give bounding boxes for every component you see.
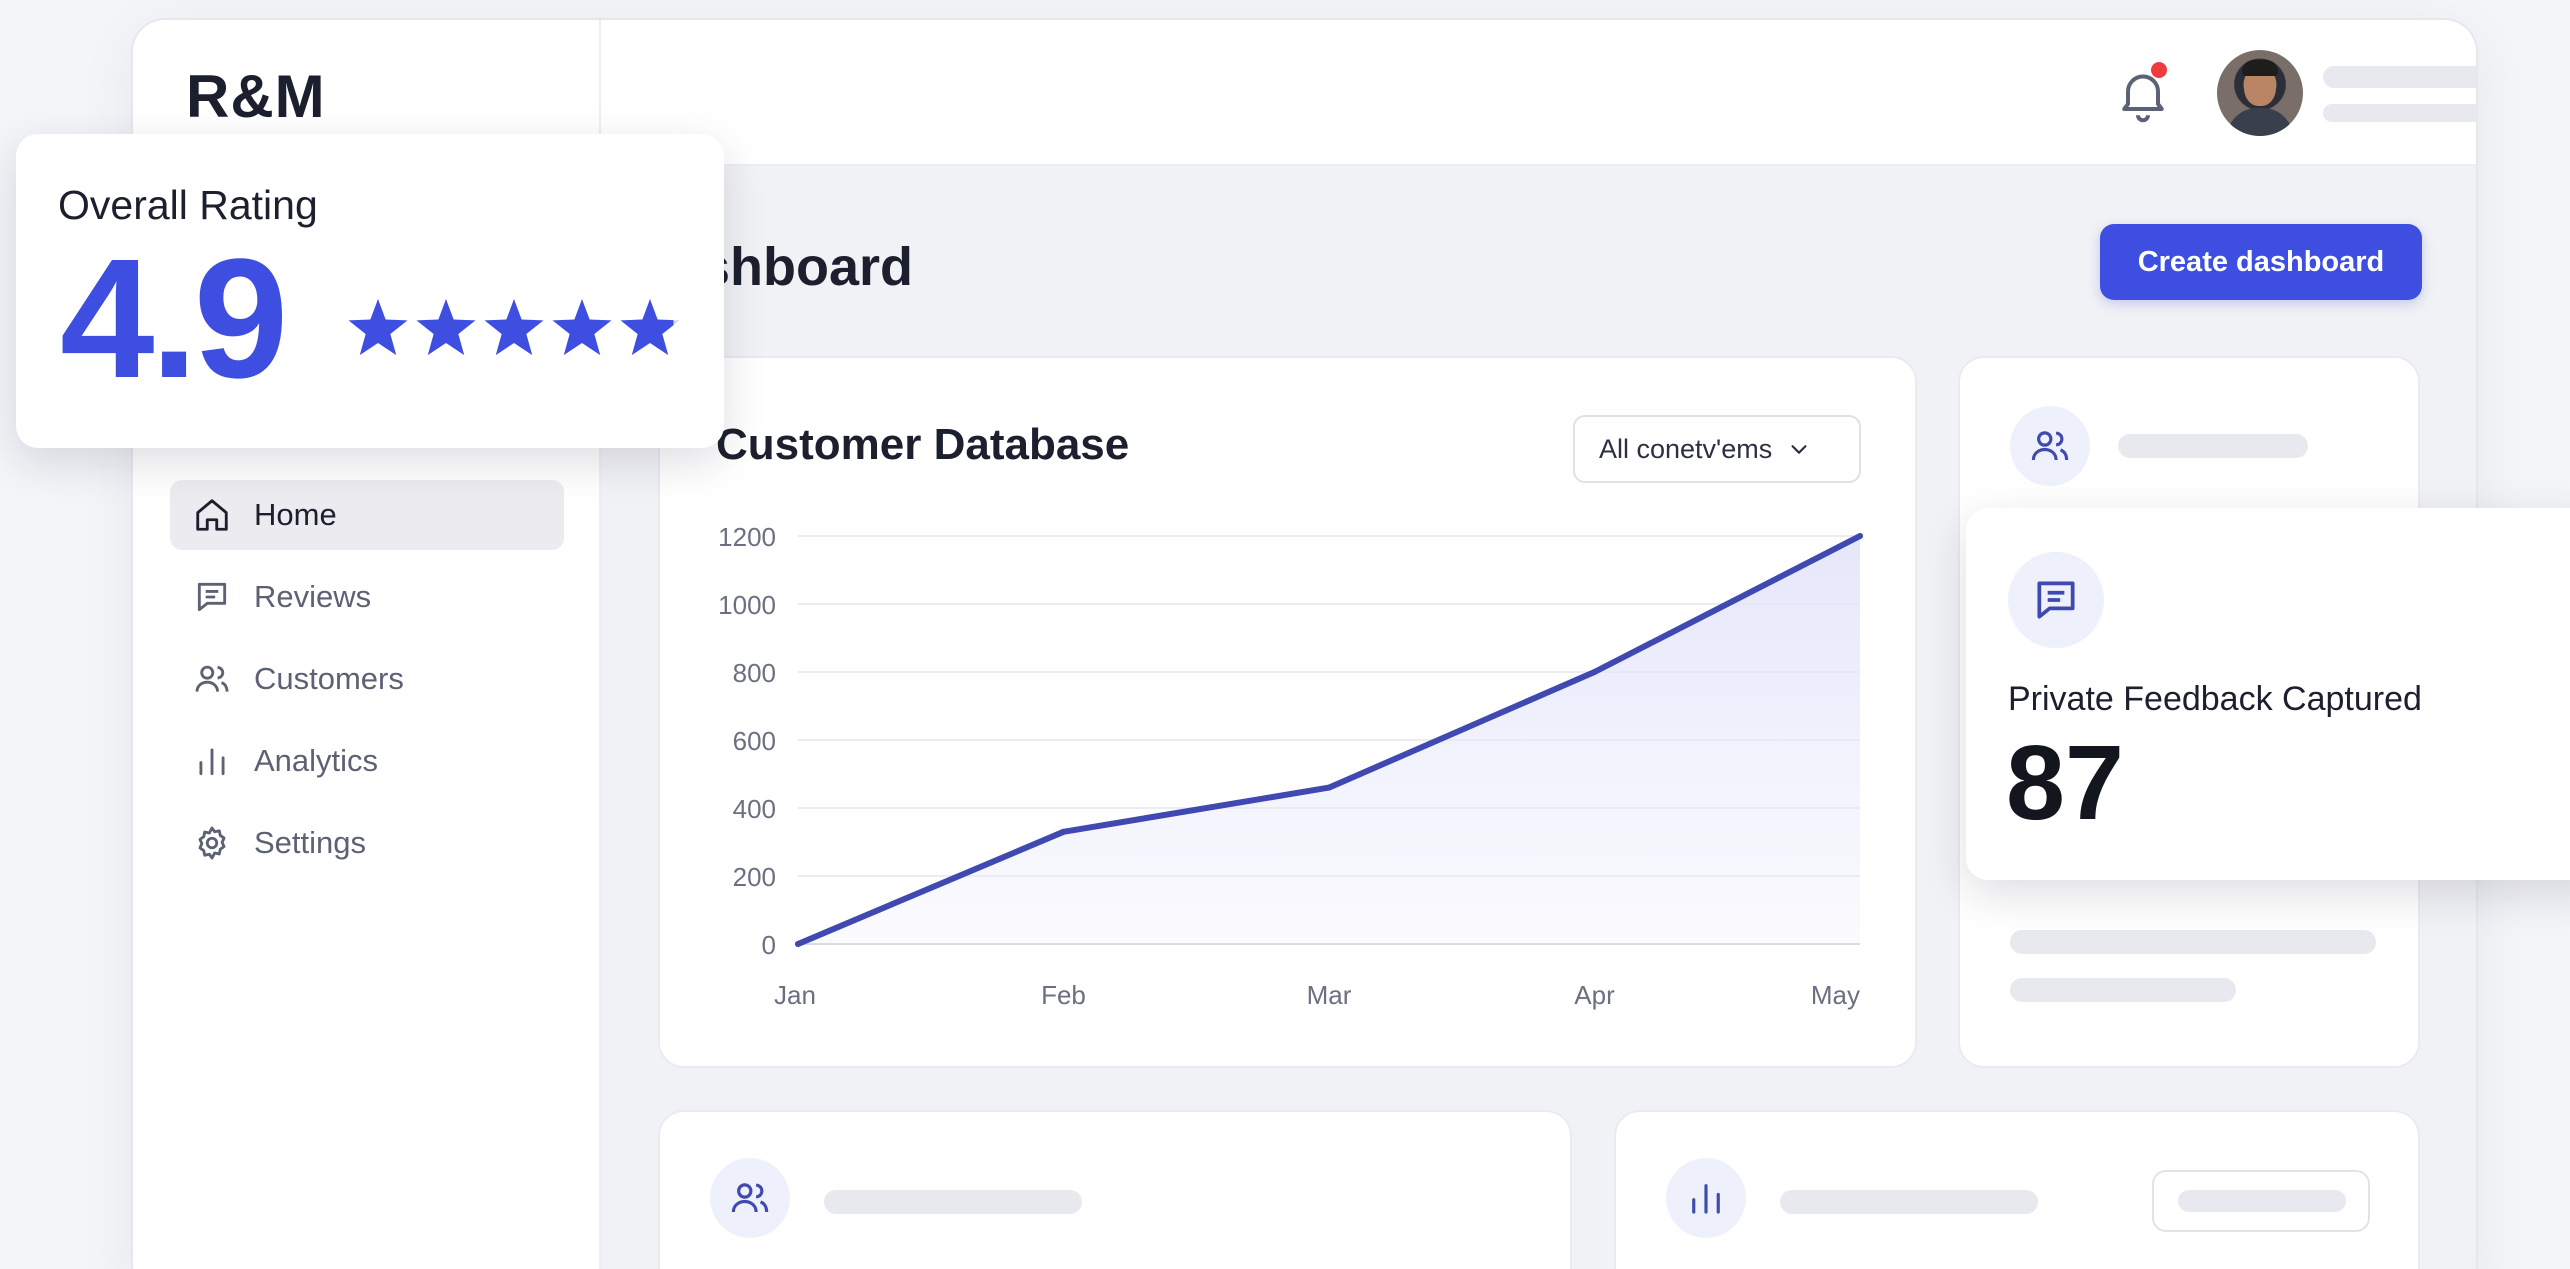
star-rating: [348, 299, 680, 356]
users-icon: [2031, 431, 2069, 461]
gear-icon: [192, 823, 232, 863]
data-point: [795, 941, 801, 947]
avatar-hair: [2242, 60, 2278, 76]
app-logo: R&M: [186, 63, 326, 130]
y-tick-label: 1000: [718, 590, 776, 620]
x-tick-label: Feb: [1041, 980, 1086, 1010]
star-icon: [348, 299, 408, 356]
star-icon: [416, 299, 476, 356]
stat-label-placeholder: [2118, 434, 2308, 458]
card-title-placeholder: [1780, 1190, 2038, 1214]
users-icon-badge: [710, 1158, 790, 1238]
bar-chart-icon: [1692, 1184, 1720, 1214]
card-action-button[interactable]: [2152, 1170, 2370, 1232]
line-chart: 0 200 400 600 800 1000 1200 Jan Feb Mar Apr May: [718, 522, 1863, 1010]
star-icon: [620, 299, 680, 356]
data-point: [1060, 828, 1067, 835]
analytics-summary-card: [1614, 1110, 2420, 1269]
sidebar-item-settings[interactable]: Settings: [170, 808, 564, 878]
customer-database-card: Customer Database All conetv'ems 0 200 400…: [658, 356, 1917, 1068]
stat-line-placeholder: [2010, 978, 2236, 1002]
rating-label: Overall Rating: [58, 182, 318, 228]
users-icon-badge: [2010, 406, 2090, 486]
customers-summary-card: [658, 1110, 1572, 1269]
create-dashboard-button[interactable]: Create dashboard: [2100, 224, 2422, 300]
feedback-label: Private Feedback Captured: [2008, 680, 2422, 718]
sidebar-nav: Home Reviews Customers Analytics Setting…: [170, 480, 564, 890]
x-tick-label: Apr: [1574, 980, 1615, 1010]
bar-chart-icon: [192, 741, 232, 781]
sidebar-item-customers[interactable]: Customers: [170, 644, 564, 714]
sidebar-item-label: Settings: [254, 825, 367, 860]
y-tick-label: 1200: [718, 522, 776, 552]
card-title-placeholder: [824, 1190, 1082, 1214]
sidebar-item-home[interactable]: Home: [170, 480, 564, 550]
y-tick-label: 200: [733, 862, 776, 892]
star-icon: [484, 299, 544, 356]
message-icon-badge: [2008, 552, 2104, 648]
overall-rating-card: Overall Rating 4.9: [16, 134, 724, 448]
data-point: [1591, 669, 1598, 675]
button-label-placeholder: [2178, 1190, 2346, 1212]
sidebar-item-reviews[interactable]: Reviews: [170, 562, 564, 632]
page-title: shboard: [700, 237, 914, 297]
avatar-shirt: [2227, 108, 2293, 136]
sidebar-item-label: Analytics: [254, 743, 379, 778]
private-feedback-card: Private Feedback Captured 87: [1966, 508, 2570, 880]
message-square-icon: [2037, 581, 2075, 619]
star-icon: [552, 299, 612, 356]
x-tick-label: Jan: [774, 980, 816, 1010]
bar-chart-icon-badge: [1666, 1158, 1746, 1238]
avatar[interactable]: [2217, 50, 2303, 136]
y-tick-label: 0: [762, 930, 776, 960]
notification-dot: [2151, 62, 2167, 78]
user-name-placeholder: [2323, 66, 2476, 88]
users-icon: [731, 1183, 769, 1213]
stat-line-placeholder: [2010, 930, 2376, 954]
y-tick-label: 800: [733, 658, 776, 688]
home-icon: [192, 495, 232, 535]
top-bar: [601, 20, 2476, 166]
data-point: [1326, 784, 1332, 791]
feedback-value: 87: [2006, 724, 2124, 842]
rating-value: 4.9: [60, 224, 288, 414]
sidebar-item-label: Reviews: [254, 579, 372, 614]
x-tick-label: Mar: [1307, 980, 1352, 1010]
sidebar-item-label: Home: [254, 497, 337, 532]
sidebar-item-label: Customers: [254, 661, 404, 696]
message-square-icon: [192, 577, 232, 617]
data-point: [1857, 533, 1863, 539]
sidebar-item-analytics[interactable]: Analytics: [170, 726, 564, 796]
x-tick-label: May: [1811, 980, 1860, 1010]
users-icon: [192, 659, 232, 699]
user-role-placeholder: [2323, 104, 2476, 122]
y-tick-label: 400: [733, 794, 776, 824]
y-tick-label: 600: [733, 726, 776, 756]
